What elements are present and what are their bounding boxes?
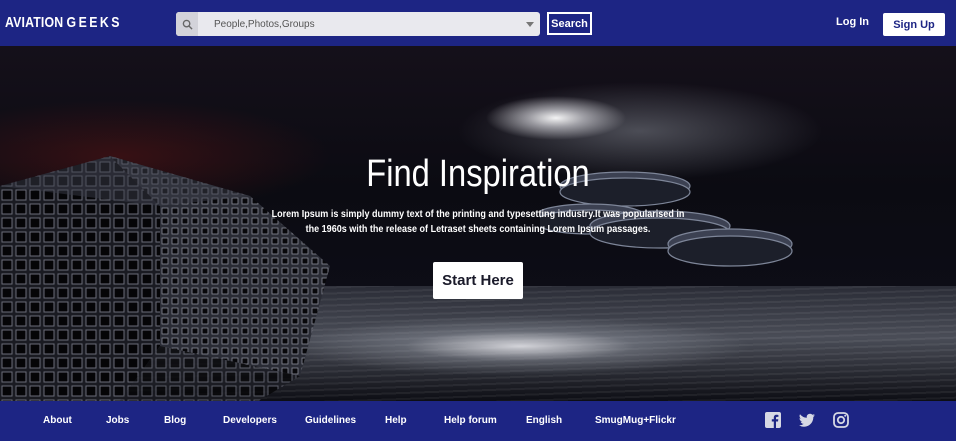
hero-subtitle: Lorem Ipsum is simply dummy text of the … [271,208,685,235]
hero-banner: Find Inspiration Lorem Ipsum is simply d… [0,46,956,401]
hero-title: Find Inspiration [366,153,590,195]
search-button[interactable]: Search [547,12,592,35]
footer-link-blog[interactable]: Blog [164,415,186,426]
footer-link-developers[interactable]: Developers [223,415,277,426]
footer-link-help[interactable]: Help [385,415,407,426]
search-icon[interactable] [176,12,198,36]
search-bar [176,12,540,36]
brand-word-right: GEEKS [66,14,122,31]
login-link[interactable]: Log In [836,16,869,28]
twitter-icon[interactable] [798,411,816,429]
instagram-icon[interactable] [832,411,850,429]
start-here-button[interactable]: Start Here [433,262,523,299]
footer-link-help-forum[interactable]: Help forum [444,415,497,426]
search-input[interactable] [198,12,526,36]
brand-logo[interactable]: AVIATION GEEKS [5,14,122,31]
facebook-icon[interactable] [764,411,782,429]
chevron-down-icon[interactable] [526,21,534,27]
signup-button[interactable]: Sign Up [883,13,945,36]
brand-word-left: AVIATION [5,14,64,31]
footer-bar: About Jobs Blog Developers Guidelines He… [0,401,956,441]
footer-link-smugmug-flickr[interactable]: SmugMug+Flickr [595,415,676,426]
footer-link-guidelines[interactable]: Guidelines [305,415,356,426]
footer-link-english[interactable]: English [526,415,562,426]
footer-link-about[interactable]: About [43,415,72,426]
top-navbar: AVIATIONGEEKS Search Log In Sign Up [0,0,956,46]
footer-link-jobs[interactable]: Jobs [106,415,129,426]
